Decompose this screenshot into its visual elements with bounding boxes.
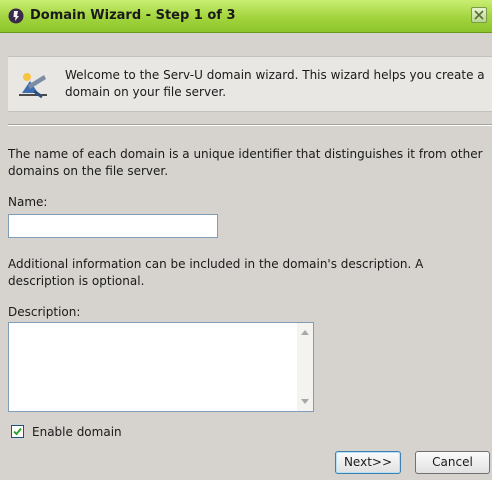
next-button[interactable]: Next>>	[335, 451, 401, 474]
window-title: Domain Wizard - Step 1 of 3	[30, 8, 236, 23]
close-button[interactable]	[471, 7, 487, 23]
name-label: Name:	[8, 195, 48, 209]
banner-text: Welcome to the Serv-U domain wizard. Thi…	[65, 68, 485, 99]
title-bar: Domain Wizard - Step 1 of 3	[0, 0, 492, 33]
scroll-up-icon[interactable]	[301, 329, 309, 335]
serv-u-logo-icon	[8, 8, 24, 24]
description-scrollbar[interactable]	[297, 323, 313, 411]
name-input[interactable]	[8, 214, 218, 238]
enable-domain-checkbox[interactable]	[11, 425, 24, 438]
description-field	[8, 322, 314, 412]
checkmark-icon	[13, 427, 22, 436]
cancel-button[interactable]: Cancel	[415, 451, 490, 474]
welcome-banner: Welcome to the Serv-U domain wizard. Thi…	[8, 56, 492, 112]
wizard-icon	[16, 67, 50, 101]
intro-text: The name of each domain is a unique iden…	[8, 147, 483, 178]
description-info-text: Additional information can be included i…	[8, 257, 424, 288]
divider	[8, 124, 492, 126]
description-input[interactable]	[9, 323, 297, 411]
description-label: Description:	[8, 305, 81, 319]
close-icon	[474, 10, 484, 20]
scroll-down-icon[interactable]	[301, 399, 309, 405]
enable-domain-label[interactable]: Enable domain	[32, 425, 122, 439]
